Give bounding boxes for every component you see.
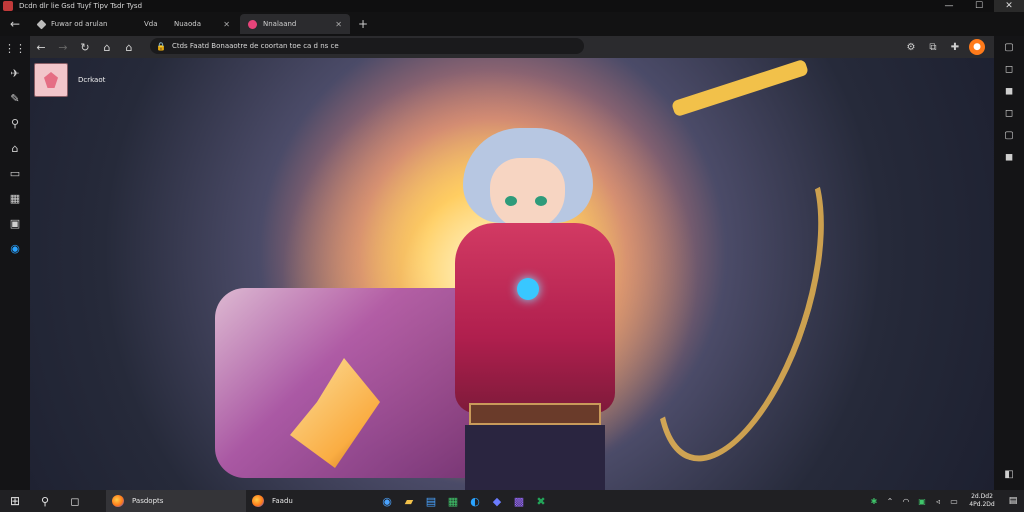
tab-label: Nuaoda bbox=[174, 20, 201, 28]
title-bar: Dcdn dlr lie Gsd Tuyf Tipv Tsdr Tysd — ☐… bbox=[0, 0, 1024, 12]
tab-bar: ← Fuwar od arulan Vda Nuaoda ✕ Nnalaand … bbox=[0, 12, 1024, 36]
system-tray: ✱ ⌃ ◠ ▣ ◃ ▭ 2d.Dd2 4Pd.2Dd ▤ bbox=[866, 490, 1024, 512]
window-controls: — ☐ ✕ bbox=[934, 0, 1024, 12]
tab-4-active[interactable]: Nnalaand ✕ bbox=[240, 14, 350, 34]
clock[interactable]: 2d.Dd2 4Pd.2Dd bbox=[962, 490, 1002, 512]
folder-icon[interactable]: ▰ bbox=[398, 490, 420, 512]
minimize-button[interactable]: — bbox=[934, 0, 964, 12]
tray-app-icon[interactable]: ✱ bbox=[866, 490, 882, 512]
site-thumbnail bbox=[34, 63, 68, 97]
tab-1[interactable]: Fuwar od arulan bbox=[30, 14, 134, 34]
taskbar: ⊞ ⚲ ◻ Pasdopts Faadu ◉ ▰ ▤ ▦ ◐ ◆ ▩ ✖ ✱ ⌃… bbox=[0, 490, 1024, 512]
edge-icon[interactable]: ◉ bbox=[0, 236, 30, 261]
network-icon[interactable]: ◠ bbox=[898, 490, 914, 512]
window-title: Dcdn dlr lie Gsd Tuyf Tipv Tsdr Tysd bbox=[19, 2, 143, 10]
tab-label: Vda bbox=[144, 20, 158, 28]
crystal-icon bbox=[44, 72, 58, 88]
tab-favicon-icon bbox=[36, 19, 47, 29]
clock-time: 2d.Dd2 bbox=[971, 493, 993, 500]
notifications-icon[interactable]: ▤ bbox=[1002, 490, 1024, 512]
right-tool-icon[interactable]: ◼ bbox=[994, 146, 1024, 168]
maximize-button[interactable]: ☐ bbox=[964, 0, 994, 12]
right-sidebar: ▢ ◻ ◼ ◻ ▢ ◼ ◧ bbox=[994, 36, 1024, 490]
back-arrow-icon[interactable]: ← bbox=[0, 17, 30, 31]
hero-armor bbox=[455, 223, 615, 413]
link-icon[interactable]: ⚲ bbox=[0, 111, 30, 136]
collections-icon[interactable]: ⧉ bbox=[922, 38, 944, 56]
lock-icon: 🔒 bbox=[156, 41, 166, 51]
site-badge[interactable]: Dcrkaot bbox=[34, 63, 105, 97]
edge-icon[interactable]: ◐ bbox=[464, 490, 486, 512]
chrome-icon[interactable]: ◉ bbox=[376, 490, 398, 512]
webpage-artwork bbox=[30, 58, 994, 490]
task-view-icon[interactable]: ◻ bbox=[60, 490, 90, 512]
tab-label: Nnalaand bbox=[263, 20, 297, 28]
window-icon[interactable]: ▭ bbox=[0, 161, 30, 186]
new-tab-icon[interactable]: + bbox=[358, 17, 368, 31]
site-label: Dcrkaot bbox=[78, 76, 106, 84]
tab-3[interactable]: Nuaoda ✕ bbox=[166, 14, 238, 34]
forward-button[interactable]: → bbox=[52, 41, 74, 54]
hero-skirt bbox=[465, 425, 605, 490]
pin-icon[interactable]: ✎ bbox=[0, 86, 30, 111]
building-icon[interactable]: ▦ bbox=[0, 186, 30, 211]
teams-icon[interactable]: ◆ bbox=[486, 490, 508, 512]
right-tool-icon[interactable]: ◻ bbox=[994, 58, 1024, 80]
right-tool-icon[interactable]: ◻ bbox=[994, 102, 1024, 124]
extensions-icon[interactable]: ⌂ bbox=[118, 41, 140, 54]
back-button[interactable]: ← bbox=[30, 41, 52, 54]
armor-gem bbox=[517, 278, 539, 300]
right-tool-icon[interactable]: ▢ bbox=[994, 36, 1024, 58]
nav-right-tools: ⚙ ⧉ ✚ ● bbox=[900, 38, 988, 56]
scarf-ribbon bbox=[670, 58, 810, 118]
hero-eye bbox=[505, 196, 517, 206]
tab-label: Fuwar od arulan bbox=[51, 20, 108, 28]
close-button[interactable]: ✕ bbox=[994, 0, 1024, 12]
taskbar-app[interactable]: Faadu bbox=[246, 490, 376, 512]
app-icon bbox=[3, 1, 13, 11]
image-icon[interactable]: ▣ bbox=[0, 211, 30, 236]
excel-icon[interactable]: ✖ bbox=[530, 490, 552, 512]
clock-date: 4Pd.2Dd bbox=[969, 501, 995, 508]
media-icon[interactable]: ▩ bbox=[508, 490, 530, 512]
taskbar-app-label: Faadu bbox=[272, 497, 293, 505]
home-button[interactable]: ⌂ bbox=[96, 41, 118, 54]
files-icon[interactable]: ▤ bbox=[420, 490, 442, 512]
profile-avatar[interactable]: ● bbox=[969, 39, 985, 55]
taskbar-app-label: Pasdopts bbox=[132, 497, 164, 505]
browser-app-icon bbox=[112, 495, 124, 507]
tray-app-icon[interactable]: ▣ bbox=[914, 490, 930, 512]
extension-icon[interactable]: ✚ bbox=[944, 38, 966, 56]
tab-2[interactable]: Vda bbox=[136, 14, 164, 34]
hero-face bbox=[490, 158, 565, 230]
tray-chevron-icon[interactable]: ⌃ bbox=[882, 490, 898, 512]
settings-icon[interactable]: ⚙ bbox=[900, 38, 922, 56]
windows-start-icon[interactable]: ⊞ bbox=[0, 490, 30, 512]
address-bar[interactable]: 🔒 bbox=[150, 38, 584, 54]
left-sidebar: ⋮⋮ ✈ ✎ ⚲ ⌂ ▭ ▦ ▣ ◉ bbox=[0, 36, 30, 490]
hero-belt bbox=[469, 403, 601, 425]
sidebar-settings-icon[interactable]: ◧ bbox=[994, 469, 1024, 480]
browser-app-icon bbox=[252, 495, 264, 507]
navigation-bar: ← → ↻ ⌂ ⌂ 🔒 ⚙ ⧉ ✚ ● bbox=[30, 36, 994, 58]
anime-hero bbox=[425, 128, 685, 490]
refresh-button[interactable]: ↻ bbox=[74, 41, 96, 54]
airplane-icon[interactable]: ✈ bbox=[0, 61, 30, 86]
right-tool-icon[interactable]: ◼ bbox=[994, 80, 1024, 102]
photos-icon[interactable]: ▦ bbox=[442, 490, 464, 512]
right-tool-icon[interactable]: ▢ bbox=[994, 124, 1024, 146]
tab-close-icon[interactable]: ✕ bbox=[223, 20, 230, 29]
url-input[interactable] bbox=[171, 42, 572, 50]
battery-icon[interactable]: ▭ bbox=[946, 490, 962, 512]
home-icon[interactable]: ⌂ bbox=[0, 136, 30, 161]
apps-grid-icon[interactable]: ⋮⋮ bbox=[0, 36, 30, 61]
tab-close-icon[interactable]: ✕ bbox=[335, 20, 342, 29]
search-icon[interactable]: ⚲ bbox=[30, 490, 60, 512]
tab-favicon-icon bbox=[248, 19, 257, 29]
hero-eye bbox=[535, 196, 547, 206]
taskbar-app-active[interactable]: Pasdopts bbox=[106, 490, 246, 512]
volume-icon[interactable]: ◃ bbox=[930, 490, 946, 512]
